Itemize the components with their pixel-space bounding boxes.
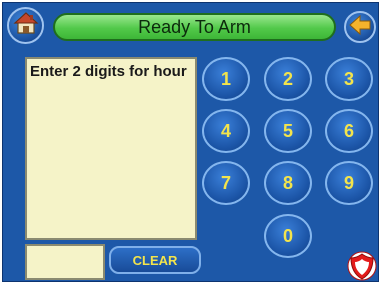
status-title: Ready To Arm [53,13,336,41]
keypad-screen: Ready To Arm Enter 2 digits for hour CLE… [2,2,379,282]
emergency-button[interactable] [345,251,379,286]
key-5[interactable]: 5 [264,109,312,153]
key-1[interactable]: 1 [202,57,250,101]
key-9[interactable]: 9 [325,161,373,205]
shield-icon [347,251,377,286]
back-button[interactable] [344,11,376,43]
house-icon [12,11,39,40]
key-2[interactable]: 2 [264,57,312,101]
home-button[interactable] [7,7,44,44]
arrow-left-icon [349,14,371,40]
key-4[interactable]: 4 [202,109,250,153]
key-3[interactable]: 3 [325,57,373,101]
clear-button[interactable]: CLEAR [109,246,201,274]
key-8[interactable]: 8 [264,161,312,205]
key-7[interactable]: 7 [202,161,250,205]
message-display: Enter 2 digits for hour [25,57,197,240]
digit-entry-field [25,244,105,280]
message-text: Enter 2 digits for hour [30,63,187,80]
key-6[interactable]: 6 [325,109,373,153]
key-0[interactable]: 0 [264,214,312,258]
